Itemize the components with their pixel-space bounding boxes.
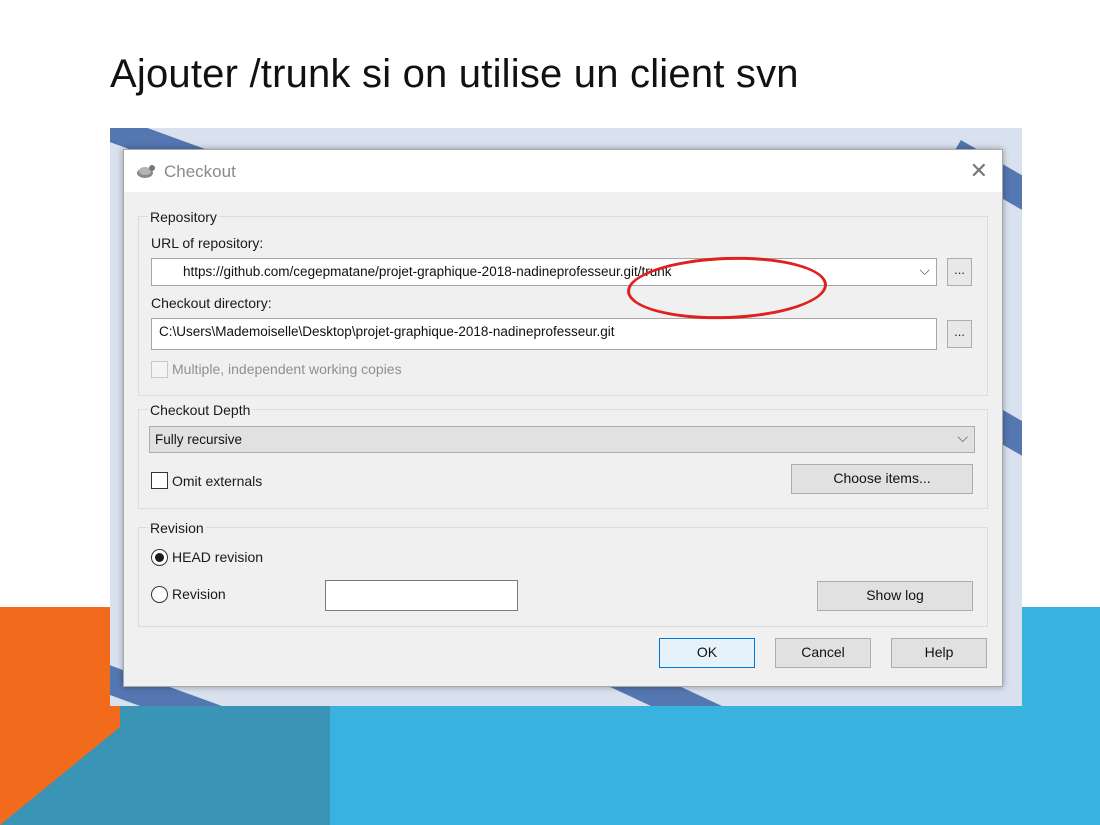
checkout-directory-value: C:\Users\Mademoiselle\Desktop\projet-gra… (159, 324, 615, 339)
revision-radio[interactable] (151, 586, 168, 603)
revision-group (138, 527, 988, 627)
multiple-working-copies-label: Multiple, independent working copies (172, 361, 402, 377)
dialog-screenshot: Checkout ✕ Repository URL of repository:… (110, 128, 1022, 706)
url-browse-button[interactable]: ... (947, 258, 972, 286)
checkout-directory-input[interactable]: C:\Users\Mademoiselle\Desktop\projet-gra… (151, 318, 937, 350)
url-combobox[interactable]: https://github.com/cegepmatane/projet-gr… (151, 258, 937, 286)
revision-group-label: Revision (148, 520, 206, 536)
close-icon[interactable]: ✕ (970, 158, 988, 184)
cancel-button[interactable]: Cancel (775, 638, 871, 668)
dialog-title: Checkout (164, 162, 236, 181)
revision-input[interactable] (325, 580, 518, 611)
checkout-directory-label: Checkout directory: (151, 295, 272, 311)
omit-externals-checkbox[interactable] (151, 472, 168, 489)
checkout-depth-value: Fully recursive (155, 432, 243, 447)
head-revision-radio[interactable] (151, 549, 168, 566)
omit-externals-label: Omit externals (172, 473, 263, 489)
choose-items-button[interactable]: Choose items... (791, 464, 973, 494)
show-log-button[interactable]: Show log (817, 581, 973, 611)
repository-group-label: Repository (148, 209, 219, 225)
head-revision-label: HEAD revision (172, 549, 264, 565)
checkout-depth-group-label: Checkout Depth (148, 402, 253, 418)
ok-button[interactable]: OK (659, 638, 755, 668)
checkout-depth-select[interactable]: Fully recursive ⌵ (149, 426, 975, 453)
checkout-dialog: Checkout ✕ Repository URL of repository:… (123, 149, 1003, 687)
checkout-directory-browse-button[interactable]: ... (947, 320, 972, 348)
checkout-depth-group (138, 409, 988, 509)
tortoise-icon (137, 165, 155, 178)
chevron-down-icon[interactable]: ⌵ (919, 262, 930, 279)
revision-label: Revision (172, 586, 226, 602)
multiple-working-copies-checkbox (151, 361, 168, 378)
url-label: URL of repository: (151, 235, 264, 251)
chevron-down-icon[interactable]: ⌵ (957, 429, 968, 446)
help-button[interactable]: Help (891, 638, 987, 668)
url-value: https://github.com/cegepmatane/projet-gr… (183, 264, 672, 279)
slide-title: Ajouter /trunk si on utilise un client s… (110, 52, 799, 96)
title-bar: Checkout ✕ (124, 150, 1002, 192)
